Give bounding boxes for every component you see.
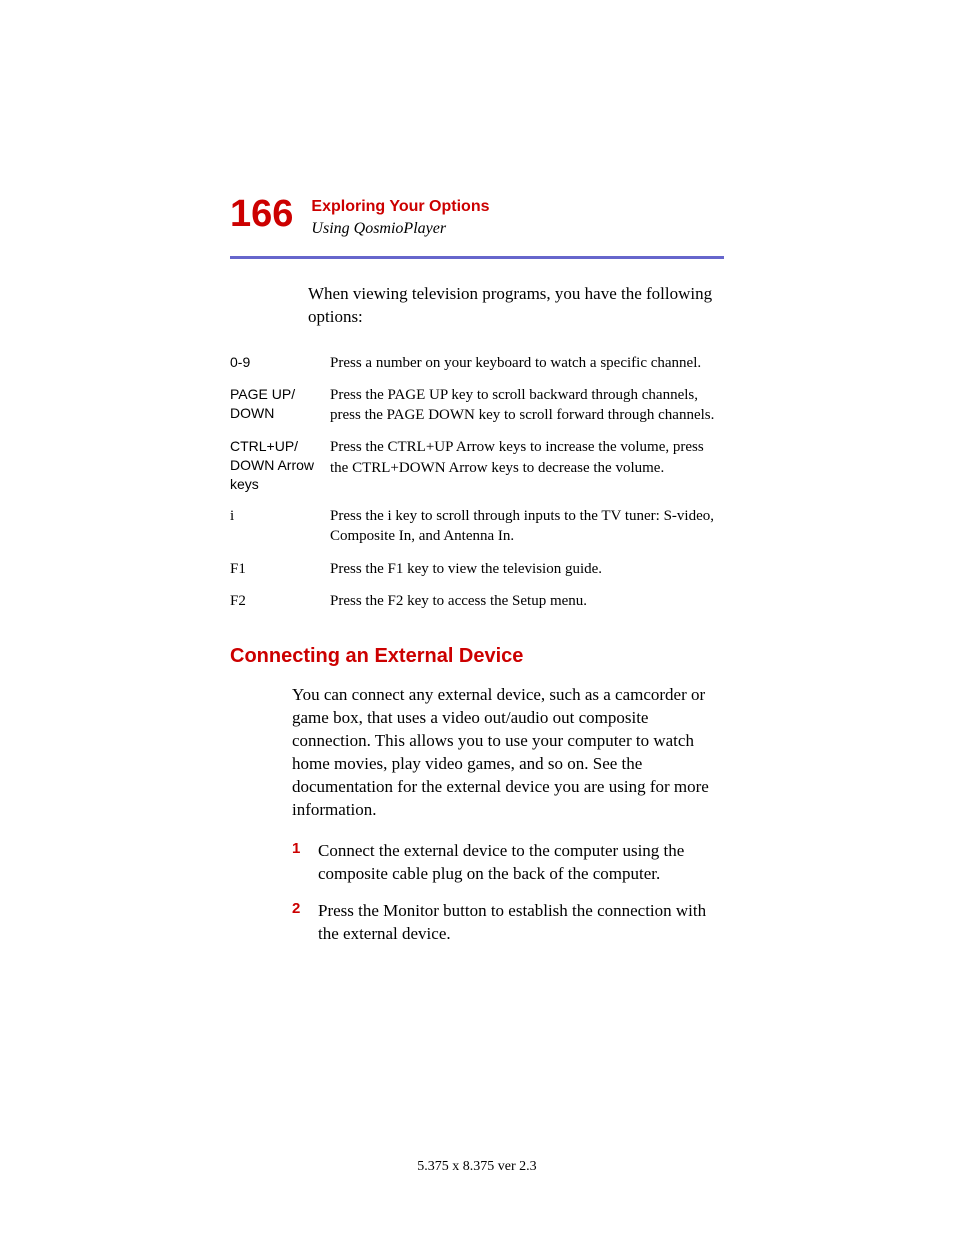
header-divider (230, 256, 724, 259)
table-row: CTRL+UP/DOWN ArrowkeysPress the CTRL+UP … (230, 431, 724, 500)
key-cell: CTRL+UP/DOWN Arrowkeys (230, 431, 330, 500)
key-cell: i (230, 500, 330, 553)
table-row: i Press the i key to scroll through input… (230, 500, 724, 553)
page-number: 166 (230, 195, 293, 233)
key-cell: 0-9 (230, 347, 330, 379)
list-number: 1 (292, 840, 318, 857)
desc-cell: Press the CTRL+UP Arrow keys to increase… (330, 431, 724, 500)
key-line: DOWN (230, 404, 320, 423)
key-line: 0-9 (230, 353, 320, 372)
list-item: 2Press the Monitor button to establish t… (292, 900, 724, 946)
key-line: i (230, 506, 320, 526)
options-table: 0-9 Press a number on your keyboard to wa… (230, 347, 724, 617)
key-cell: PAGE UP/DOWN (230, 379, 330, 432)
list-text: Connect the external device to the compu… (318, 840, 724, 886)
key-line: DOWN Arrow (230, 456, 320, 475)
table-row: PAGE UP/DOWNPress the PAGE UP key to scr… (230, 379, 724, 432)
table-row: F1 Press the F1 key to view the televisio… (230, 553, 724, 585)
desc-cell: Press the F2 key to access the Setup men… (330, 585, 724, 617)
desc-cell: Press the i key to scroll through inputs… (330, 500, 724, 553)
desc-cell: Press a number on your keyboard to watch… (330, 347, 724, 379)
key-line: keys (230, 475, 320, 494)
numbered-list: 1Connect the external device to the comp… (292, 840, 724, 946)
header-titles: Exploring Your Options Using QosmioPlaye… (311, 195, 489, 238)
key-line: CTRL+UP/ (230, 437, 320, 456)
section-paragraph: You can connect any external device, suc… (292, 684, 724, 822)
page-content: 166 Exploring Your Options Using QosmioP… (0, 0, 954, 945)
key-cell: F1 (230, 553, 330, 585)
desc-cell: Press the PAGE UP key to scroll backward… (330, 379, 724, 432)
list-text: Press the Monitor button to establish th… (318, 900, 724, 946)
table-row: F2 Press the F2 key to access the Setup m… (230, 585, 724, 617)
intro-paragraph: When viewing television programs, you ha… (308, 283, 724, 329)
list-item: 1Connect the external device to the comp… (292, 840, 724, 886)
section-subtitle: Using QosmioPlayer (311, 220, 489, 238)
list-number: 2 (292, 900, 318, 917)
key-line: F1 (230, 559, 320, 579)
chapter-title: Exploring Your Options (311, 197, 489, 218)
key-line: F2 (230, 591, 320, 611)
desc-cell: Press the F1 key to view the television … (330, 553, 724, 585)
key-cell: F2 (230, 585, 330, 617)
page-header: 166 Exploring Your Options Using QosmioP… (230, 195, 724, 238)
page-footer: 5.375 x 8.375 ver 2.3 (0, 1159, 954, 1175)
table-row: 0-9 Press a number on your keyboard to wa… (230, 347, 724, 379)
section-heading: Connecting an External Device (230, 645, 724, 668)
key-line: PAGE UP/ (230, 385, 320, 404)
